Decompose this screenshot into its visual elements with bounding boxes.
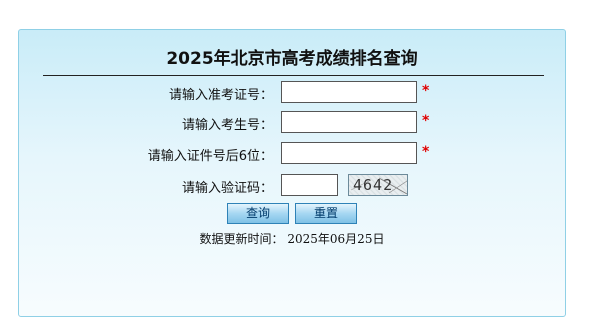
update-date: 2025年06月25日 (287, 232, 385, 246)
student-id-required-mark: * (422, 113, 430, 129)
captcha-row: 请输入验证码： 4642 (19, 174, 565, 197)
student-id-row: 请输入考生号： * (19, 111, 565, 134)
student-id-input[interactable] (281, 111, 417, 133)
title-divider (43, 75, 544, 76)
id-last6-input[interactable] (281, 142, 417, 164)
query-panel: 2025年北京市高考成绩排名查询 请输入准考证号： * 请输入考生号： * 请输… (18, 29, 566, 317)
update-info: 数据更新时间： 2025年06月25日 (19, 230, 565, 247)
id-last6-required-mark: * (422, 144, 430, 160)
page-title: 2025年北京市高考成绩排名查询 (166, 49, 418, 69)
query-button[interactable]: 查询 (227, 203, 289, 224)
captcha-image[interactable]: 4642 (348, 174, 408, 196)
captcha-input[interactable] (281, 174, 338, 196)
button-row: 查询 重置 (19, 203, 565, 226)
update-label: 数据更新时间： (199, 232, 284, 246)
captcha-label: 请输入验证码： (181, 181, 273, 196)
id-last6-row: 请输入证件号后6位： * (19, 142, 565, 165)
captcha-code-text: 4642 (353, 176, 394, 194)
exam-id-input[interactable] (281, 81, 417, 103)
reset-button[interactable]: 重置 (295, 203, 357, 224)
student-id-label: 请输入考生号： (181, 118, 273, 133)
exam-id-label: 请输入准考证号： (168, 88, 273, 103)
id-last6-label: 请输入证件号后6位： (147, 149, 273, 164)
exam-id-required-mark: * (422, 83, 430, 99)
exam-id-row: 请输入准考证号： * (19, 81, 565, 104)
